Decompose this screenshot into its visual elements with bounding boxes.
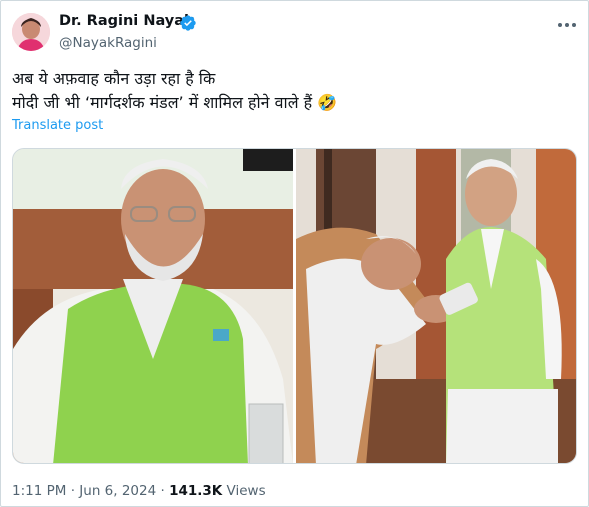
media-photo-right[interactable] — [296, 149, 576, 463]
meta-separator-2: · — [156, 483, 170, 499]
tweet-media[interactable] — [12, 148, 577, 464]
tweet-text: अब ये अफ़वाह कौन उड़ा रहा है कि मोदी जी … — [12, 67, 572, 115]
tweet-time[interactable]: 1:11 PM — [12, 483, 66, 499]
verified-badge-icon — [180, 15, 196, 31]
author-handle[interactable]: @NayakRagini — [59, 35, 157, 51]
translate-post-link[interactable]: Translate post — [12, 118, 103, 133]
tweet-text-line-1: अब ये अफ़वाह कौन उड़ा रहा है कि — [12, 69, 216, 88]
tweet-meta: 1:11 PM · Jun 6, 2024 · 141.3K Views — [12, 483, 266, 499]
tweet-text-line-2: मोदी जी भी ‘मार्गदर्शक मंडल’ में शामिल ह… — [12, 93, 338, 112]
author-name[interactable]: Dr. Ragini Nayak — [59, 13, 194, 29]
tweet-date[interactable]: Jun 6, 2024 — [79, 483, 156, 499]
meta-separator: · — [66, 483, 80, 499]
more-options-icon[interactable] — [555, 17, 579, 33]
tweet-card: Dr. Ragini Nayak @NayakRagini अब ये अफ़व… — [0, 0, 589, 507]
media-photo-left[interactable] — [13, 149, 293, 463]
views-count[interactable]: 141.3K — [169, 483, 222, 499]
views-label: Views — [222, 483, 266, 499]
avatar[interactable] — [12, 13, 50, 51]
